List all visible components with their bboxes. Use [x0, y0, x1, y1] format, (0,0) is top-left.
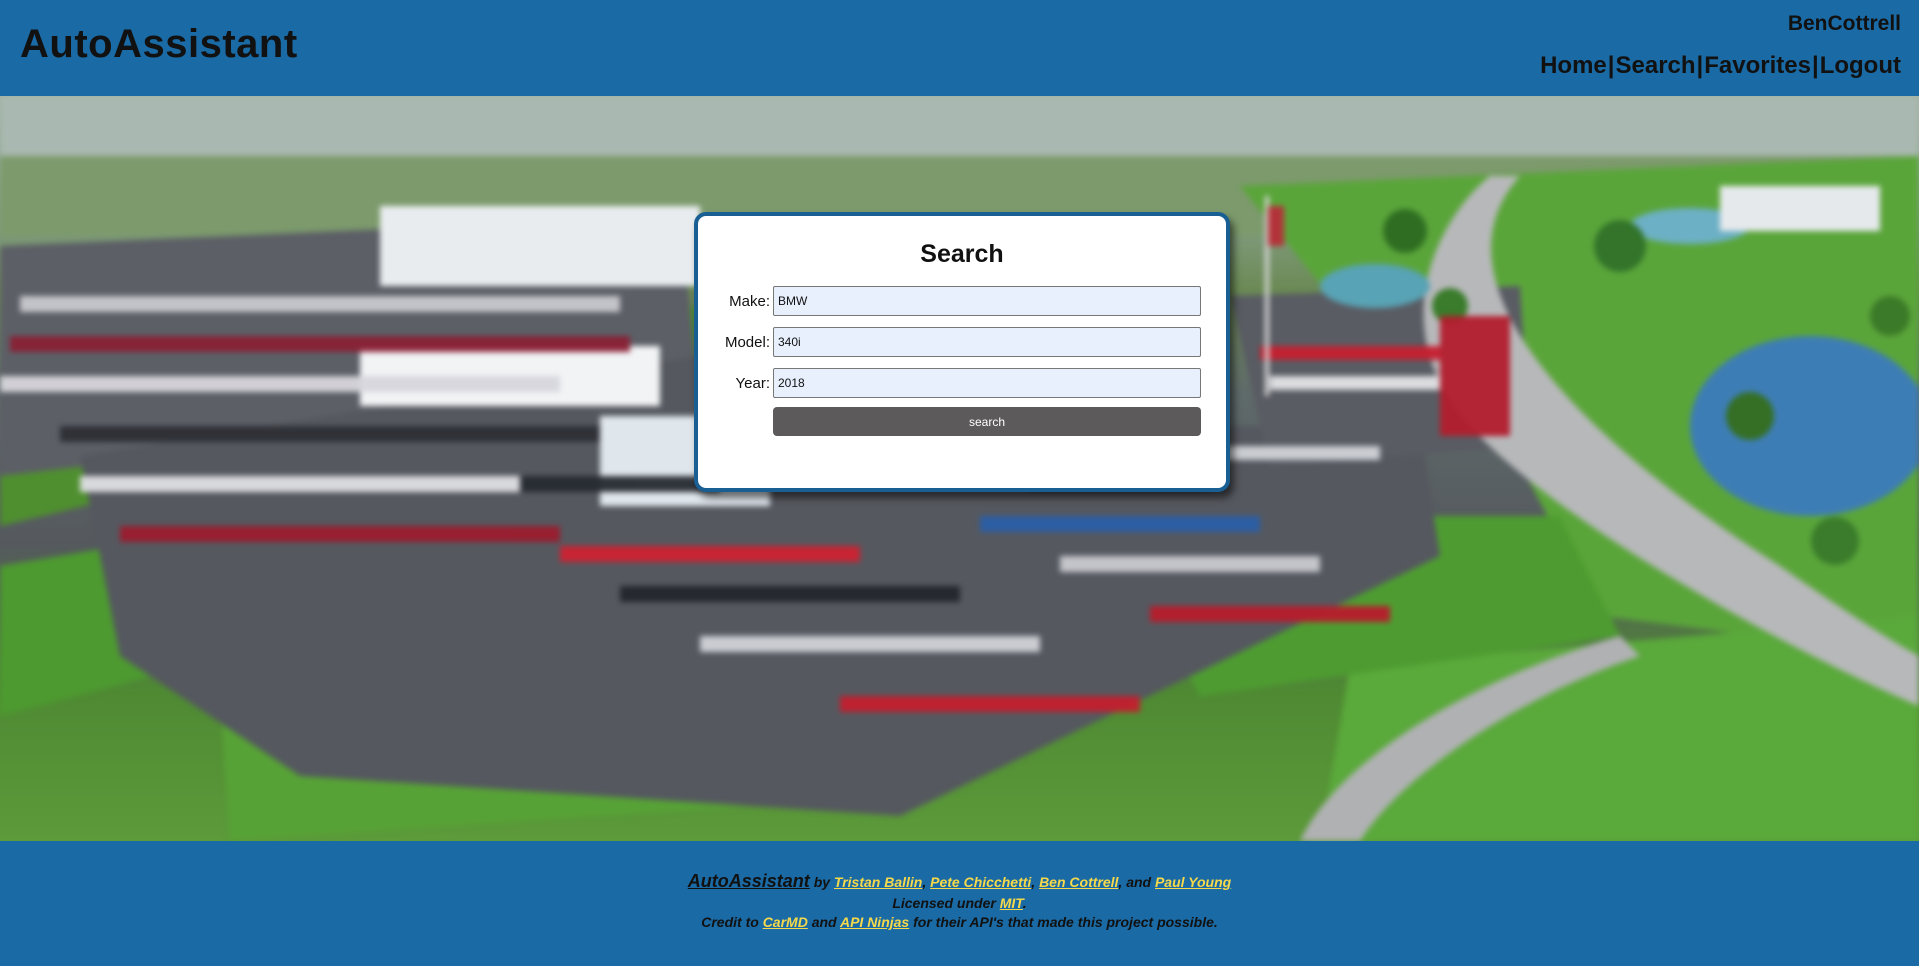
footer-credit-tail: for their API's that made this project p… [913, 914, 1218, 930]
footer-credits-line: AutoAssistant by Tristan Ballin, Pete Ch… [0, 871, 1919, 892]
nav-search-link[interactable]: Search [1615, 52, 1695, 80]
make-label: Make: [729, 293, 770, 310]
footer-credit-text: Credit to [701, 914, 759, 930]
carmd-link[interactable]: CarMD [763, 914, 808, 930]
api-ninjas-link[interactable]: API Ninjas [840, 914, 909, 930]
username: BenCottrell [1787, 12, 1901, 35]
site-brand[interactable]: AutoAssistant [20, 22, 298, 67]
nav-favorites-link[interactable]: Favorites [1704, 52, 1811, 80]
nav-separator: | [1811, 52, 1819, 79]
search-panel: Search Make: Model: Year: search [694, 212, 1230, 492]
nav-separator: | [1696, 52, 1704, 79]
period: . [1022, 895, 1027, 911]
main-nav: Home | Search | Favorites | Logout [1540, 52, 1901, 80]
comma: , [1031, 874, 1036, 890]
year-input[interactable] [773, 368, 1201, 398]
search-button[interactable]: search [773, 407, 1201, 436]
author-link-tristan[interactable]: Tristan Ballin [834, 874, 922, 890]
model-label: Model: [724, 334, 770, 351]
search-title: Search [920, 240, 1004, 268]
comma: , [922, 874, 927, 890]
footer-licensed-text: Licensed under [892, 895, 996, 911]
license-link[interactable]: MIT [1000, 895, 1023, 911]
nav-logout-link[interactable]: Logout [1820, 52, 1901, 80]
model-input[interactable] [773, 327, 1201, 357]
footer-license-line: Licensed under MIT. [0, 895, 1919, 911]
model-row: Model: [698, 327, 1226, 359]
footer-and-text: and [811, 914, 837, 930]
make-row: Make: [698, 286, 1226, 318]
footer-and-text: and [1126, 874, 1152, 890]
nav-separator: | [1607, 52, 1615, 79]
year-label: Year: [735, 375, 770, 392]
nav-home-link[interactable]: Home [1540, 52, 1607, 80]
author-link-ben[interactable]: Ben Cottrell [1039, 874, 1118, 890]
author-link-paul[interactable]: Paul Young [1155, 874, 1231, 890]
footer-app-name[interactable]: AutoAssistant [688, 871, 810, 891]
footer-credit-line: Credit to CarMD and API Ninjas for their… [0, 914, 1919, 930]
site-header: AutoAssistant BenCottrell Home | Search … [0, 0, 1919, 96]
comma: , [1118, 874, 1123, 890]
year-row: Year: [698, 368, 1226, 400]
site-footer: AutoAssistant by Tristan Ballin, Pete Ch… [0, 841, 1919, 966]
make-input[interactable] [773, 286, 1201, 316]
footer-by-text: by [813, 874, 831, 890]
author-link-pete[interactable]: Pete Chicchetti [930, 874, 1031, 890]
